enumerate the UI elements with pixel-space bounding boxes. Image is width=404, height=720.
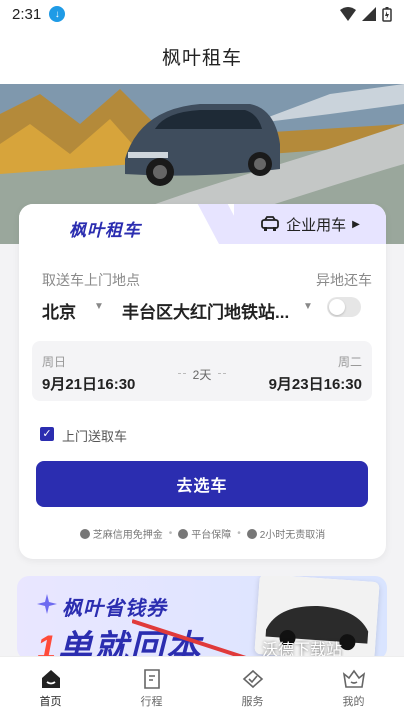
nav-item-profile[interactable]: 我的 xyxy=(303,657,404,720)
tab-enterprise[interactable]: 企业用车 ▶ xyxy=(234,204,386,244)
enterprise-tab-label: 企业用车 xyxy=(286,216,347,234)
start-datetime[interactable]: 9月21日16:30 xyxy=(42,373,135,394)
car-icon xyxy=(261,216,280,231)
brand-logo: 枫叶租车 xyxy=(69,221,141,240)
signal-icon xyxy=(362,7,376,21)
drop-icon xyxy=(79,529,90,539)
nav-label: 首页 xyxy=(39,696,62,708)
address-selector[interactable]: 丰台区大红门地铁站... xyxy=(122,298,289,323)
return-toggle[interactable] xyxy=(327,297,361,317)
nav-label: 我的 xyxy=(342,696,365,708)
service-icon xyxy=(242,669,263,689)
status-icons xyxy=(340,6,392,22)
download-icon: ↓ xyxy=(49,6,66,22)
battery-icon xyxy=(382,6,392,22)
city-selector[interactable]: 北京 xyxy=(42,298,76,323)
shield-icon xyxy=(178,529,189,539)
umbrella-icon xyxy=(246,529,257,539)
status-time: 2:31 xyxy=(12,5,42,23)
feature-item: 芝麻信用免押金 xyxy=(79,526,163,541)
nav-label: 行程 xyxy=(140,696,163,708)
feature-list: 芝麻信用免押金 • 平台保障 • 2小时无责取消 xyxy=(19,526,386,541)
nav-label: 服务 xyxy=(241,696,264,708)
nav-item-trip[interactable]: 行程 xyxy=(101,657,202,720)
feature-item: 2小时无责取消 xyxy=(246,526,325,541)
status-bar: 2:31 ↓ xyxy=(0,0,404,28)
bottom-nav: 首页 行程 服务 我的 xyxy=(0,656,404,720)
select-car-button[interactable]: 去选车 xyxy=(36,461,368,507)
nav-item-service[interactable]: 服务 xyxy=(202,657,303,720)
pickup-label: 取送车上门地点 xyxy=(42,272,140,288)
start-weekday: 周日 xyxy=(42,355,67,369)
delivery-label[interactable]: 上门送取车 xyxy=(62,426,127,445)
wifi-icon xyxy=(340,7,356,21)
return-label: 异地还车 xyxy=(316,272,372,288)
home-icon xyxy=(41,670,60,688)
chevron-down-icon[interactable]: ▼ xyxy=(303,301,313,312)
trip-icon xyxy=(143,669,160,689)
end-weekday: 周二 xyxy=(337,355,362,369)
chevron-right-icon: ▶ xyxy=(352,218,360,230)
date-range-picker[interactable]: 周日 9月21日16:30 2天 周二 9月23日16:30 xyxy=(32,341,372,401)
sparkle-icon xyxy=(37,594,57,614)
profile-icon xyxy=(342,669,365,688)
feature-item: 平台保障 xyxy=(178,526,231,541)
booking-card: 枫叶租车 企业用车 ▶ 取送车上门地点 异地还车 北京 ▼ 丰台区大红门地铁站.… xyxy=(19,204,386,559)
toggle-knob xyxy=(329,299,345,315)
rental-duration: 2天 xyxy=(178,366,226,383)
nav-item-home[interactable]: 首页 xyxy=(0,657,101,720)
chevron-down-icon[interactable]: ▼ xyxy=(94,301,104,312)
page-title: 枫叶租车 xyxy=(0,28,404,84)
end-datetime[interactable]: 9月23日16:30 xyxy=(269,373,362,394)
delivery-checkbox[interactable]: ✓ xyxy=(40,427,54,441)
